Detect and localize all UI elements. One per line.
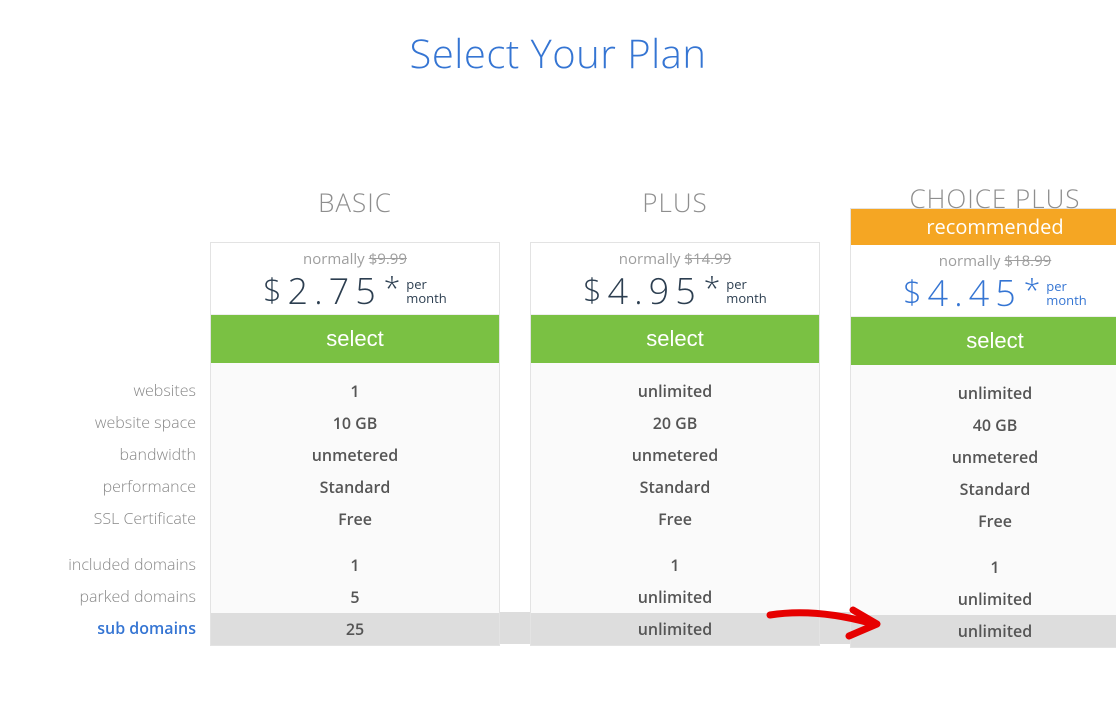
feature-value: unmetered — [851, 441, 1116, 473]
plan-column: BASICnormally$9.99$2.75*permonthselect11… — [210, 180, 500, 646]
feature-value: Standard — [211, 471, 499, 503]
feature-label: included domains — [20, 548, 196, 580]
feature-value: 1 — [851, 551, 1116, 583]
feature-label: parked domains — [20, 580, 196, 612]
feature-label: website space — [20, 406, 196, 438]
feature-label: websites — [20, 374, 196, 406]
plan-name: BASIC — [318, 184, 392, 220]
plan-column: CHOICE PLUSrecommendednormally$18.99$4.4… — [850, 180, 1116, 648]
column-gap — [500, 180, 530, 644]
feature-label: sub domains — [20, 612, 196, 644]
feature-value: 20 GB — [531, 407, 819, 439]
feature-value: 40 GB — [851, 409, 1116, 441]
price: $4.45*permonth — [859, 275, 1116, 311]
plan-name: CHOICE PLUS — [910, 180, 1081, 216]
price-block: normally$14.99$4.95*permonth — [531, 243, 819, 315]
arrow-annotation — [820, 612, 850, 644]
price: $4.95*permonth — [539, 273, 811, 309]
feature-value: 1 — [211, 549, 499, 581]
feature-value: 10 GB — [211, 407, 499, 439]
feature-value: Standard — [851, 473, 1116, 505]
plan-card: normally$9.99$2.75*permonthselect110 GBu… — [210, 242, 500, 646]
feature-value: Free — [211, 503, 499, 535]
price-block: normally$9.99$2.75*permonth — [211, 243, 499, 315]
feature-label: performance — [20, 470, 196, 502]
feature-value: unlimited — [851, 377, 1116, 409]
price: $2.75*permonth — [219, 273, 491, 309]
feature-value: unlimited — [531, 375, 819, 407]
plan-card: recommendednormally$18.99$4.45*permonths… — [850, 208, 1116, 648]
column-gap — [820, 180, 850, 644]
plan-name: PLUS — [642, 184, 707, 220]
feature-value: 25 — [211, 613, 499, 645]
feature-label: bandwidth — [20, 438, 196, 470]
feature-labels-column: websiteswebsite spacebandwidthperformanc… — [20, 180, 210, 644]
asterisk-icon: * — [1024, 275, 1041, 305]
feature-value: Free — [851, 505, 1116, 537]
feature-value: Standard — [531, 471, 819, 503]
select-button[interactable]: select — [851, 317, 1116, 365]
feature-value: unmetered — [531, 439, 819, 471]
asterisk-icon: * — [704, 273, 721, 303]
feature-value: 5 — [211, 581, 499, 613]
price-block: normally$18.99$4.45*permonth — [851, 245, 1116, 317]
select-button[interactable]: select — [531, 315, 819, 363]
feature-label: SSL Certificate — [20, 502, 196, 534]
asterisk-icon: * — [384, 273, 401, 303]
select-button[interactable]: select — [211, 315, 499, 363]
feature-value: 1 — [531, 549, 819, 581]
feature-value: Free — [531, 503, 819, 535]
page-title: Select Your Plan — [20, 25, 1096, 80]
plan-card: normally$14.99$4.95*permonthselect unlimi… — [530, 242, 820, 646]
arrow-icon — [765, 590, 895, 650]
feature-value: 1 — [211, 375, 499, 407]
plan-column: PLUS normally$14.99$4.95*permonthselect un… — [530, 180, 820, 646]
feature-value: unmetered — [211, 439, 499, 471]
